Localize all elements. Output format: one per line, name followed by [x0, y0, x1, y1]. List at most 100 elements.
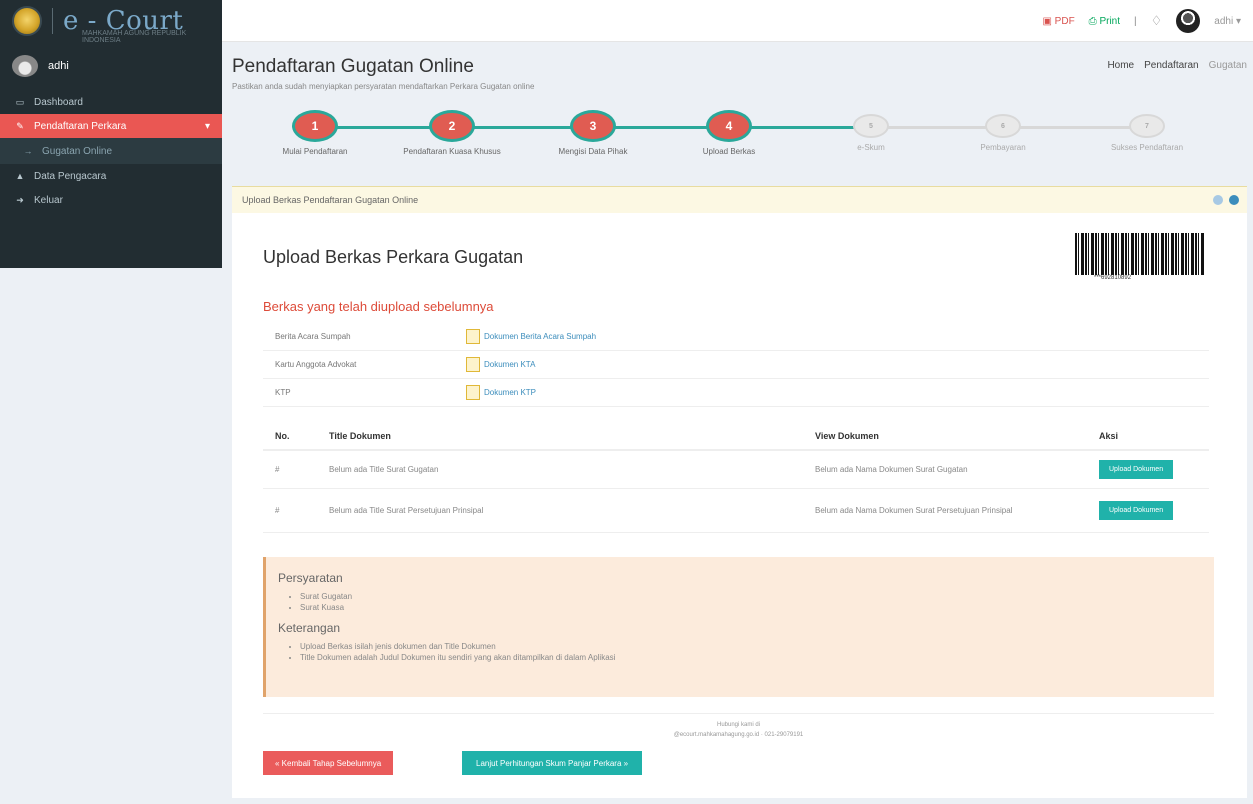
uploaded-row-label: Kartu Anggota Advokat	[275, 360, 357, 369]
uploaded-row: KTP Dokumen KTP	[263, 379, 1209, 407]
court-seal-logo	[12, 6, 42, 36]
list-item: Title Dokumen adalah Judul Dokumen itu s…	[300, 652, 1214, 663]
upload-panel: Upload Berkas Pendaftaran Gugatan Online…	[232, 186, 1247, 798]
pdf-icon: ▣	[1042, 15, 1052, 27]
panel-footer: Hubungi kami di @ecourt.mahkamahagung.go…	[263, 713, 1214, 740]
sidebar-item-label: Dashboard	[34, 96, 83, 108]
footer-line-2: @ecourt.mahkamahagung.go.id · 021-290791…	[673, 732, 804, 738]
row-no: #	[275, 465, 280, 474]
table-row: # Belum ada Title Surat Persetujuan Prin…	[263, 489, 1209, 533]
requirements-title: Persyaratan	[278, 571, 343, 585]
next-step-button[interactable]: Lanjut Perhitungan Skum Panjar Perkara »	[462, 751, 643, 775]
sidebar-item-keluar[interactable]: ➜ Keluar	[0, 188, 222, 212]
logo-area[interactable]: e - Court MAHKAMAH AGUNG REPUBLIK INDONE…	[0, 0, 222, 44]
sidebar-item-label: Pendaftaran Perkara	[34, 120, 127, 132]
content-header: Pendaftaran Gugatan Online Pastikan anda…	[232, 56, 1247, 91]
step-3-label: Mengisi Data Pihak	[558, 147, 628, 156]
step-3-circle: 3	[570, 110, 616, 142]
upload-document-button[interactable]: Upload Dokumen	[1099, 460, 1174, 479]
row-title: Belum ada Title Surat Persetujuan Prinsi…	[329, 506, 484, 515]
uploaded-doc-link[interactable]: Dokumen KTA	[466, 357, 535, 372]
user-menu[interactable]: adhi ▾	[1214, 16, 1241, 27]
user-icon: ▲	[15, 171, 25, 181]
requirements-callout: Persyaratan Surat Gugatan Surat Kuasa Ke…	[263, 557, 1214, 697]
step-4-label: Upload Berkas	[702, 147, 756, 156]
file-icon	[466, 385, 480, 400]
logo-divider	[52, 8, 53, 34]
row-view: Belum ada Nama Dokumen Surat Persetujuan…	[815, 506, 1013, 515]
pdf-button[interactable]: ▣ PDF	[1042, 16, 1074, 27]
sidebar-item-label: Gugatan Online	[42, 145, 113, 157]
step-5-circle: 5	[853, 114, 889, 138]
step-4: 4 Upload Berkas	[674, 110, 784, 157]
step-7-circle: 7	[1129, 114, 1165, 138]
section-title: Upload Berkas Perkara Gugatan	[263, 247, 524, 267]
step-5: 5 e-Skum	[816, 110, 926, 153]
col-view: View Dokumen	[815, 431, 879, 441]
notes-list: Upload Berkas isilah jenis dokumen dan T…	[278, 641, 1214, 663]
row-title: Belum ada Title Surat Gugatan	[329, 465, 439, 474]
footer-line-1: Hubungi kami di	[716, 722, 761, 728]
print-button[interactable]: ⎙ Print	[1089, 16, 1120, 27]
upload-document-button[interactable]: Upload Dokumen	[1099, 501, 1174, 520]
step-4-circle: 4	[706, 110, 752, 142]
print-icon: ⎙	[1088, 15, 1097, 27]
uploaded-row: Berita Acara Sumpah Dokumen Berita Acara…	[263, 323, 1209, 351]
list-item: Upload Berkas isilah jenis dokumen dan T…	[300, 641, 1214, 652]
sidebar-item-label: Data Pengacara	[34, 170, 107, 182]
sidebar-item-pendaftaran-perkara[interactable]: ✎ Pendaftaran Perkara ▾	[0, 114, 222, 138]
page-title: Pendaftaran Gugatan Online	[232, 56, 474, 77]
sidebar-subitem-gugatan-online[interactable]: → Gugatan Online	[0, 138, 222, 164]
col-no: No.	[275, 431, 290, 441]
barcode-image	[1075, 233, 1205, 275]
sidebar-avatar	[12, 55, 38, 77]
edit-icon: ✎	[16, 120, 24, 131]
panel-header-title: Upload Berkas Pendaftaran Gugatan Online	[242, 195, 419, 205]
step-6-circle: 6	[985, 114, 1021, 138]
user-menu-label: adhi	[1214, 15, 1234, 27]
collapse-icon[interactable]	[1213, 195, 1223, 205]
list-item: Surat Kuasa	[300, 602, 1214, 613]
uploaded-doc-link[interactable]: Dokumen KTP	[466, 385, 536, 400]
sidebar-user-panel: adhi	[0, 42, 222, 90]
breadcrumb-pendaftaran[interactable]: Pendaftaran	[1144, 60, 1199, 71]
row-aksi: Upload Dokumen	[1099, 460, 1209, 479]
top-actions: ▣ PDF ⎙ Print | ♢ adhi ▾	[1042, 0, 1241, 42]
info-icon[interactable]	[1229, 195, 1239, 205]
uploaded-files-title: Berkas yang telah diupload sebelumnya	[263, 299, 494, 314]
uploaded-row-label: KTP	[275, 388, 291, 397]
uploaded-doc-link[interactable]: Dokumen Berita Acara Sumpah	[466, 329, 596, 344]
uploaded-doc-link-text: Dokumen KTA	[484, 360, 536, 369]
chevron-down-icon: ▾	[204, 120, 210, 132]
notes-title: Keterangan	[278, 621, 341, 635]
sidebar-item-dashboard[interactable]: ▭ Dashboard	[0, 90, 222, 114]
page-description: Pastikan anda sudah menyiapkan persyarat…	[232, 82, 535, 91]
bell-icon[interactable]: ♢	[1151, 13, 1163, 29]
uploaded-row-label: Berita Acara Sumpah	[275, 332, 351, 341]
uploaded-row: Kartu Anggota Advokat Dokumen KTA	[263, 351, 1209, 379]
arrow-right-icon: →	[23, 146, 33, 156]
file-icon	[466, 357, 480, 372]
file-icon	[466, 329, 480, 344]
requirements-list: Surat Gugatan Surat Kuasa	[278, 591, 1214, 613]
sidebar-user-name: adhi	[48, 60, 69, 72]
print-label: Print	[1099, 15, 1121, 27]
sidebar-item-label: Keluar	[34, 194, 63, 206]
uploaded-doc-link-text: Dokumen KTP	[484, 388, 537, 397]
row-aksi: Upload Dokumen	[1099, 501, 1209, 520]
logout-icon: ➜	[16, 194, 24, 205]
step-3: 3 Mengisi Data Pihak	[538, 110, 648, 157]
col-title: Title Dokumen	[329, 431, 391, 441]
pdf-label: PDF	[1054, 15, 1075, 27]
previous-step-button[interactable]: « Kembali Tahap Sebelumnya	[263, 751, 394, 775]
breadcrumb-home[interactable]: Home	[1107, 60, 1134, 71]
breadcrumb-current: Gugatan	[1208, 60, 1247, 71]
sidebar-item-data-pengacara[interactable]: ▲ Data Pengacara	[0, 164, 222, 188]
panel-header: Upload Berkas Pendaftaran Gugatan Online	[232, 187, 1247, 213]
user-avatar-icon[interactable]	[1176, 9, 1201, 33]
row-no: #	[275, 506, 280, 515]
step-1: 1 Mulai Pendaftaran	[260, 110, 370, 157]
documents-table: No. Title Dokumen View Dokumen Aksi # Be…	[263, 423, 1209, 533]
step-7-label: Sukses Pendaftaran	[1110, 143, 1184, 152]
barcode-number: ***692810892	[1092, 275, 1134, 281]
